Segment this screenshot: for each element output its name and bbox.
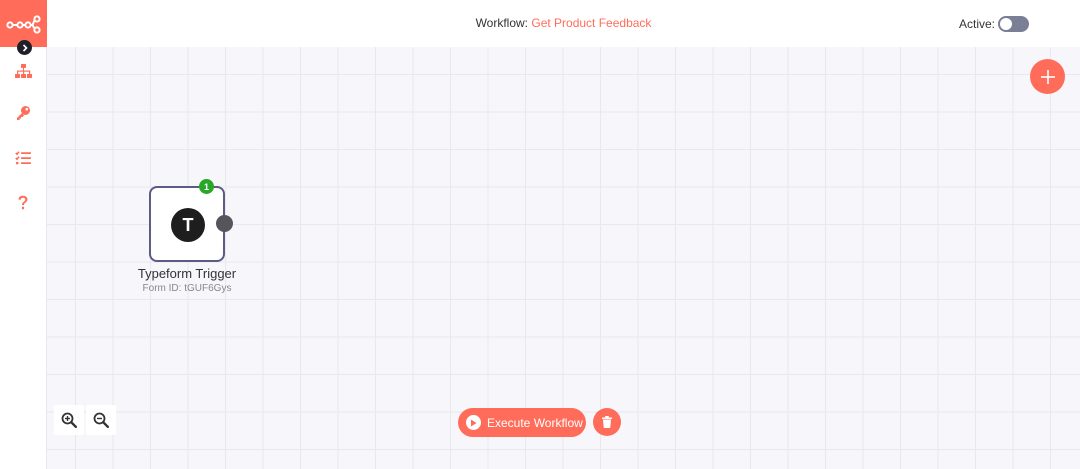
- workflow-label: Workflow:: [475, 16, 532, 30]
- expand-sidebar-button[interactable]: [17, 40, 32, 55]
- node-name: Typeform Trigger: [137, 266, 237, 281]
- active-label: Active:: [959, 17, 996, 31]
- node-subtitle: Form ID: tGUF6Gys: [142, 283, 232, 294]
- sidebar-item-executions[interactable]: [12, 147, 34, 169]
- execute-label: Execute Workflow: [487, 415, 583, 430]
- delete-workflow-button[interactable]: [593, 408, 621, 436]
- n8n-logo-icon: [5, 14, 41, 34]
- typeform-icon: T: [171, 208, 205, 242]
- sidebar-item-workflows[interactable]: [12, 60, 34, 82]
- zoom-in-icon: [61, 412, 77, 428]
- node-output-handle[interactable]: [216, 215, 233, 232]
- add-node-button[interactable]: [1030, 59, 1065, 94]
- question-icon: [18, 195, 28, 210]
- header: Workflow: Get Product Feedback Active:: [47, 0, 1080, 47]
- execute-workflow-button[interactable]: Execute Workflow: [458, 408, 586, 437]
- play-icon: [466, 415, 481, 430]
- zoom-in-button[interactable]: [54, 405, 84, 435]
- sitemap-icon: [14, 63, 32, 78]
- zoom-out-icon: [93, 412, 109, 428]
- chevron-right-icon: [22, 43, 28, 52]
- sidebar-item-credentials[interactable]: [12, 102, 34, 124]
- sidebar: [0, 0, 47, 469]
- active-toggle[interactable]: [998, 16, 1030, 32]
- workflow-name[interactable]: Get Product Feedback: [531, 16, 651, 30]
- sidebar-item-help[interactable]: [12, 192, 34, 214]
- trash-icon: [602, 416, 612, 428]
- execution-count-badge: 1: [199, 179, 214, 194]
- node-typeform-trigger[interactable]: T: [149, 186, 225, 262]
- tasks-list-icon: [15, 151, 31, 165]
- key-icon: [17, 106, 30, 120]
- active-control: Active:: [959, 16, 1030, 32]
- app-window: Workflow: Get Product Feedback Active: T…: [0, 0, 1080, 469]
- zoom-out-button[interactable]: [86, 405, 116, 435]
- toggle-knob: [1000, 18, 1013, 30]
- workflow-title: Workflow: Get Product Feedback: [47, 16, 1080, 30]
- plus-icon: [1040, 69, 1055, 84]
